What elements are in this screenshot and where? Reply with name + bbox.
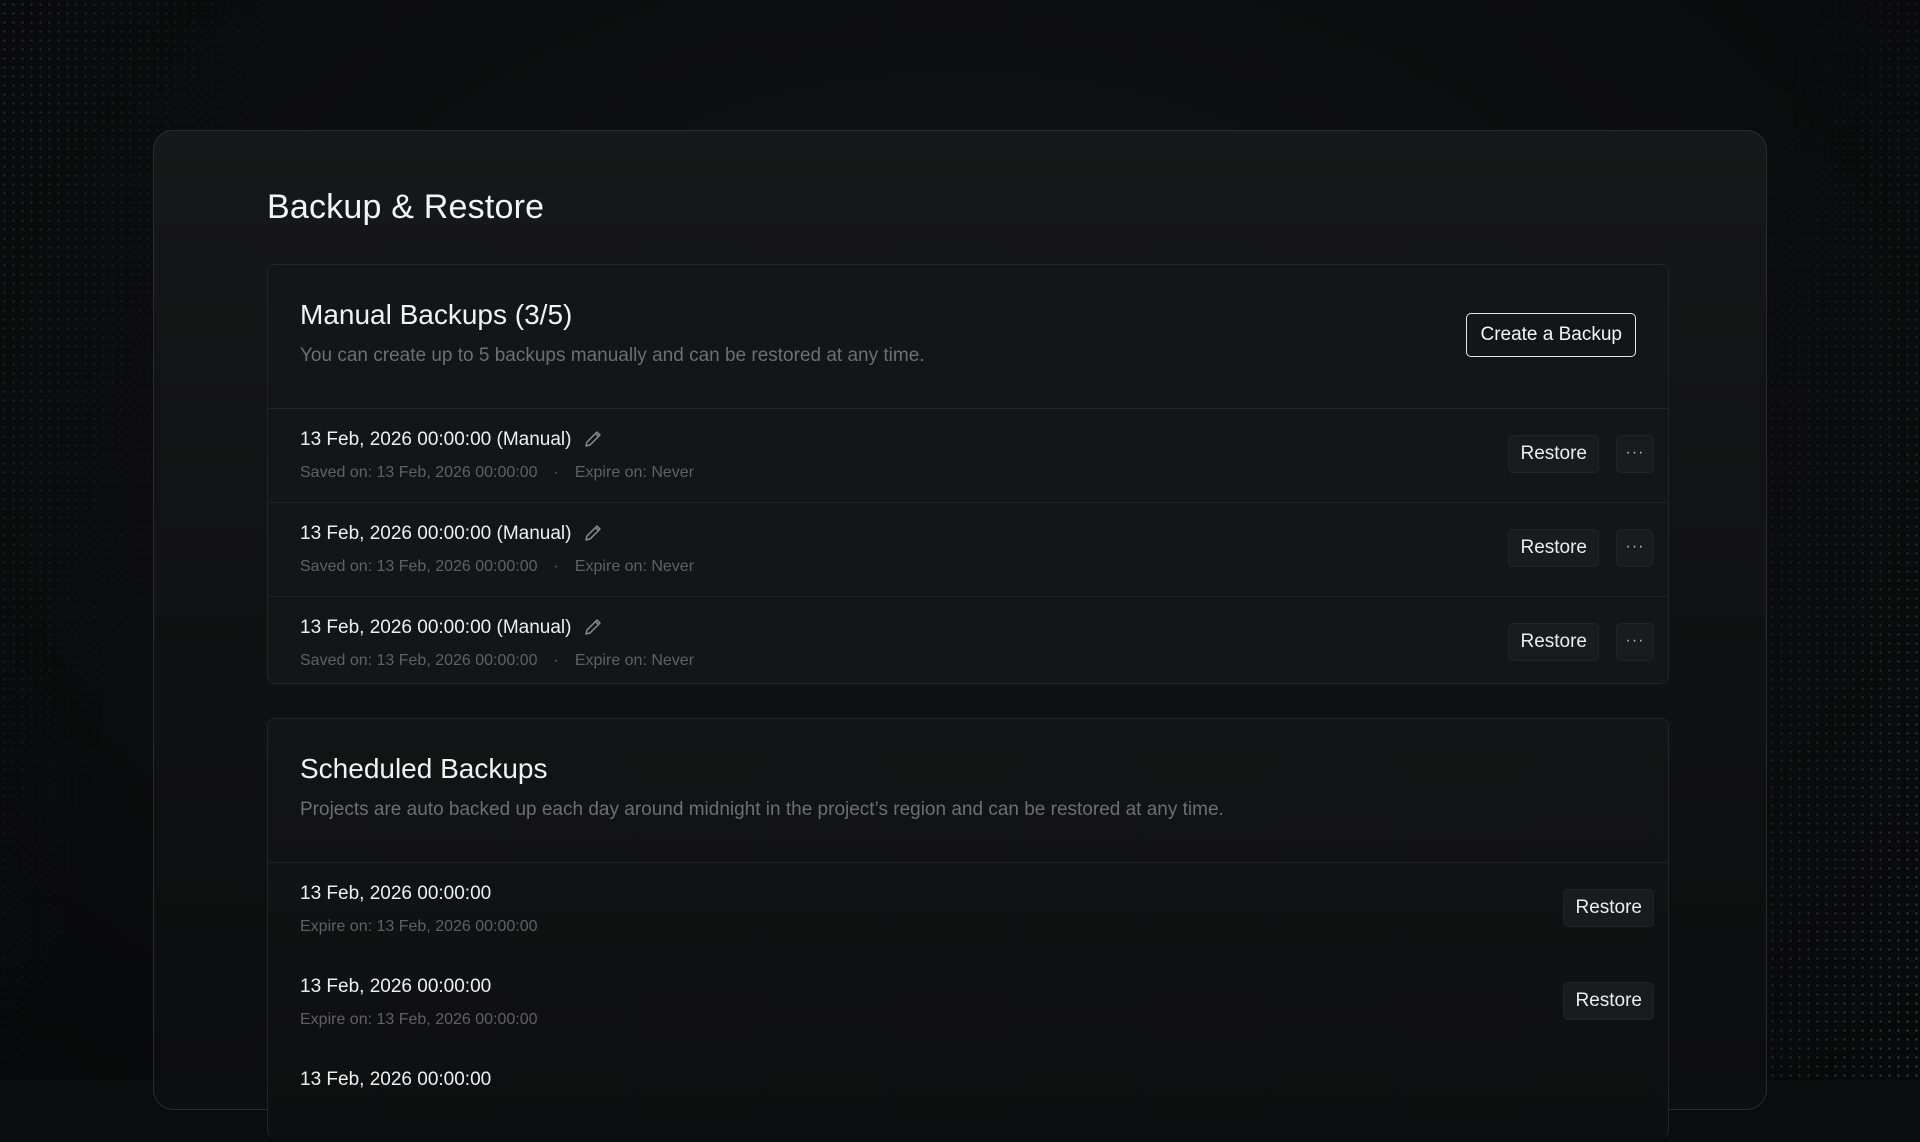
manual-backups-description: You can create up to 5 backups manually … <box>300 345 925 367</box>
manual-backups-header: Manual Backups (3/5) You can create up t… <box>268 265 1668 409</box>
main-panel: Backup & Restore Manual Backups (3/5) Yo… <box>153 130 1767 1110</box>
scheduled-backups-title: Scheduled Backups <box>300 753 548 785</box>
backup-title: 13 Feb, 2026 00:00:00 <box>300 1069 491 1091</box>
expire-on-text: Expire on: Never <box>575 464 694 481</box>
scheduled-backups-header: Scheduled Backups Projects are auto back… <box>268 719 1668 863</box>
pencil-icon[interactable] <box>582 522 604 544</box>
more-horizontal-icon[interactable]: ··· <box>1616 623 1654 661</box>
restore-button[interactable]: Restore <box>1508 435 1599 473</box>
meta-separator: · <box>554 464 559 482</box>
meta-separator: · <box>554 558 559 576</box>
manual-backup-row: 13 Feb, 2026 00:00:00 (Manual) Saved on:… <box>268 409 1668 503</box>
restore-button[interactable]: Restore <box>1508 529 1599 567</box>
pencil-icon[interactable] <box>582 616 604 638</box>
restore-button[interactable]: Restore <box>1563 889 1654 927</box>
saved-on-text: Saved on: 13 Feb, 2026 00:00:00 <box>300 464 538 481</box>
more-horizontal-icon[interactable]: ··· <box>1616 529 1654 567</box>
manual-backup-row: 13 Feb, 2026 00:00:00 (Manual) Saved on:… <box>268 503 1668 597</box>
page-title: Backup & Restore <box>267 188 544 227</box>
saved-on-text: Saved on: 13 Feb, 2026 00:00:00 <box>300 652 538 669</box>
saved-on-text: Saved on: 13 Feb, 2026 00:00:00 <box>300 558 538 575</box>
restore-button[interactable]: Restore <box>1563 982 1654 1020</box>
expire-on-text: Expire on: 13 Feb, 2026 00:00:00 <box>300 1011 538 1029</box>
scheduled-backup-row: 13 Feb, 2026 00:00:00 Expire on: 13 Feb,… <box>268 863 1668 956</box>
backup-meta: Saved on: 13 Feb, 2026 00:00:00 · Expire o… <box>300 558 694 576</box>
scheduled-backups-section: Scheduled Backups Projects are auto back… <box>267 718 1669 1138</box>
meta-separator: · <box>554 652 559 670</box>
backup-title: 13 Feb, 2026 00:00:00 (Manual) <box>300 523 571 545</box>
backup-meta: Saved on: 13 Feb, 2026 00:00:00 · Expire o… <box>300 464 694 482</box>
backup-title: 13 Feb, 2026 00:00:00 <box>300 976 491 998</box>
scheduled-backup-row: 13 Feb, 2026 00:00:00 Expire on: 13 Feb,… <box>268 956 1668 1049</box>
pencil-icon[interactable] <box>582 428 604 450</box>
more-horizontal-icon[interactable]: ··· <box>1616 435 1654 473</box>
manual-backups-title: Manual Backups (3/5) <box>300 299 572 331</box>
manual-backups-section: Manual Backups (3/5) You can create up t… <box>267 264 1669 684</box>
expire-on-text: Expire on: Never <box>575 558 694 575</box>
create-backup-button[interactable]: Create a Backup <box>1466 313 1636 357</box>
manual-backup-row: 13 Feb, 2026 00:00:00 (Manual) Saved on:… <box>268 597 1668 690</box>
expire-on-text: Expire on: Never <box>575 652 694 669</box>
backup-meta: Saved on: 13 Feb, 2026 00:00:00 · Expire o… <box>300 652 694 670</box>
scheduled-backup-row: 13 Feb, 2026 00:00:00 <box>268 1049 1668 1142</box>
expire-on-text: Expire on: 13 Feb, 2026 00:00:00 <box>300 918 538 936</box>
backup-title: 13 Feb, 2026 00:00:00 (Manual) <box>300 429 571 451</box>
scheduled-backups-description: Projects are auto backed up each day aro… <box>300 799 1224 821</box>
backup-title: 13 Feb, 2026 00:00:00 <box>300 883 491 905</box>
backup-title: 13 Feb, 2026 00:00:00 (Manual) <box>300 617 571 639</box>
restore-button[interactable]: Restore <box>1508 623 1599 661</box>
